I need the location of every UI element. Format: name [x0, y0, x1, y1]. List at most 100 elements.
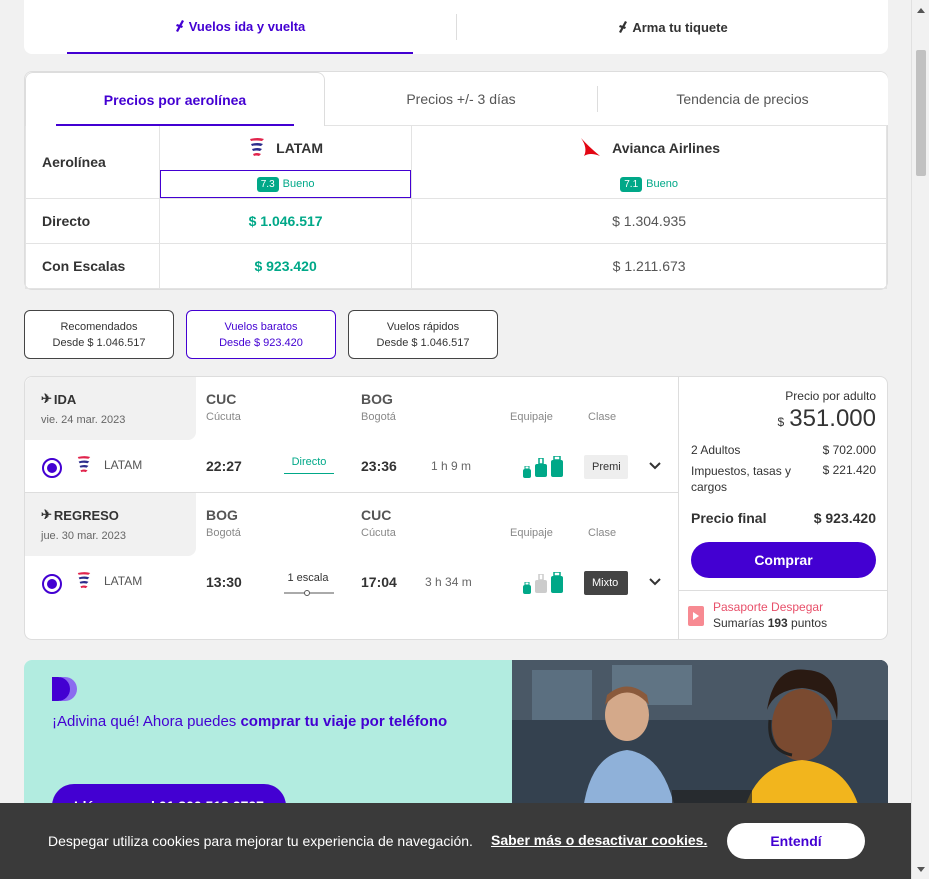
- chevron-down-icon[interactable]: [648, 575, 662, 589]
- tab-round-trip[interactable]: Vuelos ida y vuelta: [67, 0, 413, 54]
- vertical-scrollbar[interactable]: [911, 0, 929, 879]
- trip-type-tabs: Vuelos ida y vuelta Arma tu tiquete: [24, 0, 888, 54]
- departure-time: 13:30: [206, 574, 242, 590]
- origin-city: Bogotá: [206, 527, 241, 539]
- plane-icon: [619, 21, 628, 33]
- origin-code: CUC: [206, 391, 237, 407]
- filter-price: Desde $ 1.046.517: [376, 336, 470, 349]
- points-prefix: Sumarías: [713, 616, 768, 630]
- arrival-time: 17:04: [361, 574, 397, 590]
- scrollbar-thumb[interactable]: [916, 50, 926, 176]
- cookie-more-link[interactable]: Saber más o desactivar cookies.: [491, 832, 707, 848]
- latam-logo-icon: [77, 456, 91, 473]
- buy-button[interactable]: Comprar: [691, 542, 876, 578]
- plane-right-icon: ✈: [41, 391, 52, 406]
- rating-badge-avianca[interactable]: 7.1 Bueno: [412, 170, 886, 198]
- baggage-icons[interactable]: [522, 572, 564, 594]
- airline-name: LATAM: [104, 574, 143, 588]
- checked-bag-icon: [551, 572, 563, 593]
- latam-logo-icon: [250, 138, 265, 156]
- row-label-direct: Directo: [25, 198, 160, 244]
- adults-value: $ 702.000: [822, 443, 876, 457]
- airline-name: LATAM: [104, 458, 143, 472]
- fare-class-badge[interactable]: Premi: [584, 455, 628, 479]
- duration: 3 h 34 m: [425, 575, 472, 589]
- price-latam-direct[interactable]: $ 1.046.517: [158, 198, 413, 244]
- destination-city: Bogotá: [361, 411, 396, 423]
- tab-build-ticket[interactable]: Arma tu tiquete: [458, 0, 888, 54]
- fare-class-badge[interactable]: Mixto: [584, 571, 628, 595]
- avianca-logo-icon: [581, 138, 601, 156]
- points-value: 193: [767, 616, 788, 630]
- segment-date: vie. 24 mar. 2023: [41, 414, 126, 426]
- per-adult-label: Precio por adulto: [785, 389, 876, 403]
- promo-text-regular: ¡Adivina qué! Ahora puedes: [52, 713, 241, 730]
- filter-label: Recomendados: [60, 320, 138, 333]
- filter-price: Desde $ 923.420: [219, 336, 303, 349]
- points-suffix: puntos: [787, 616, 828, 630]
- tab-prices-3-days[interactable]: Precios +/- 3 días: [325, 72, 597, 126]
- price-avianca-stops[interactable]: $ 1.211.673: [411, 243, 887, 289]
- scroll-up-arrow-icon[interactable]: [916, 6, 926, 14]
- destination-city: Cúcuta: [361, 527, 396, 539]
- checked-bag-icon: [551, 456, 563, 477]
- filter-cheap[interactable]: Vuelos baratos Desde $ 923.420: [186, 310, 336, 359]
- select-return-radio[interactable]: [42, 574, 62, 594]
- duration: 1 h 9 m: [431, 459, 472, 473]
- baggage-icons[interactable]: [522, 456, 564, 478]
- plane-icon: [175, 20, 184, 32]
- rating-cell: 7.3 Bueno: [158, 170, 413, 199]
- airline-header-avianca[interactable]: Avianca Airlines: [411, 125, 887, 170]
- destination-code: BOG: [361, 391, 393, 407]
- tab-build-ticket-label: Arma tu tiquete: [632, 19, 728, 35]
- rating-score: 7.1: [620, 176, 643, 192]
- cookie-text: Despegar utiliza cookies para mejorar tu…: [48, 833, 473, 849]
- arrival-time: 23:36: [361, 458, 397, 474]
- row-label-stops: Con Escalas: [25, 243, 160, 289]
- phone-promo-banner: ¡Adivina qué! Ahora puedes comprar tu vi…: [24, 660, 888, 820]
- select-outbound-radio[interactable]: [42, 458, 62, 478]
- rating-badge-latam[interactable]: 7.3 Bueno: [160, 170, 412, 198]
- filter-label: Vuelos baratos: [224, 320, 298, 333]
- class-header: Clase: [588, 411, 617, 423]
- call-center-photo: [512, 660, 888, 820]
- accept-cookies-button[interactable]: Entendí: [727, 823, 865, 859]
- filter-recommended[interactable]: Recomendados Desde $ 1.046.517: [24, 310, 174, 359]
- currency: $: [777, 415, 785, 429]
- taxes-label: Impuestos, tasas y cargos: [691, 464, 792, 494]
- carry-on-icon: [535, 574, 547, 593]
- tab-price-trend[interactable]: Tendencia de precios: [597, 72, 888, 126]
- price-avianca-direct[interactable]: $ 1.304.935: [411, 198, 887, 244]
- divider: [679, 590, 888, 591]
- final-price-label: Precio final: [691, 510, 767, 526]
- tab-prices-by-airline[interactable]: Precios por aerolínea: [25, 72, 325, 126]
- chevron-down-icon[interactable]: [648, 459, 662, 473]
- segment-title: IDA: [53, 391, 77, 407]
- row-label-airline: Aerolínea: [25, 125, 160, 199]
- filter-price: Desde $ 1.046.517: [52, 336, 146, 349]
- scroll-down-arrow-icon[interactable]: [916, 866, 926, 874]
- divider: [597, 86, 598, 112]
- personal-item-icon: [523, 466, 531, 478]
- price-comparison-card: Precios por aerolínea Precios +/- 3 días…: [24, 71, 888, 290]
- airline-header-latam[interactable]: LATAM: [158, 125, 413, 170]
- filter-label: Vuelos rápidos: [386, 320, 460, 333]
- price-latam-stops[interactable]: $ 923.420: [158, 243, 413, 289]
- departure-time: 22:27: [206, 458, 242, 474]
- stops-label[interactable]: Directo: [284, 456, 334, 474]
- class-header: Clase: [588, 527, 617, 539]
- carry-on-icon: [535, 458, 547, 477]
- agents-photo-image: [512, 660, 888, 820]
- final-price-value: $ 923.420: [813, 510, 876, 526]
- origin-city: Cúcuta: [206, 411, 241, 423]
- rating-label: Bueno: [646, 178, 678, 190]
- per-adult-amount: 351.000: [789, 405, 876, 432]
- stops-label[interactable]: 1 escala: [282, 572, 334, 584]
- passport-title[interactable]: Pasaporte Despegar: [713, 600, 823, 614]
- tab-round-trip-label: Vuelos ida y vuelta: [188, 18, 306, 34]
- cookie-banner: Despegar utiliza cookies para mejorar tu…: [0, 803, 911, 879]
- promo-text-area: ¡Adivina qué! Ahora puedes comprar tu vi…: [24, 660, 514, 820]
- airline-name: LATAM: [276, 140, 324, 156]
- segment-header: ✈ IDA vie. 24 mar. 2023: [25, 377, 196, 440]
- filter-fast[interactable]: Vuelos rápidos Desde $ 1.046.517: [348, 310, 498, 359]
